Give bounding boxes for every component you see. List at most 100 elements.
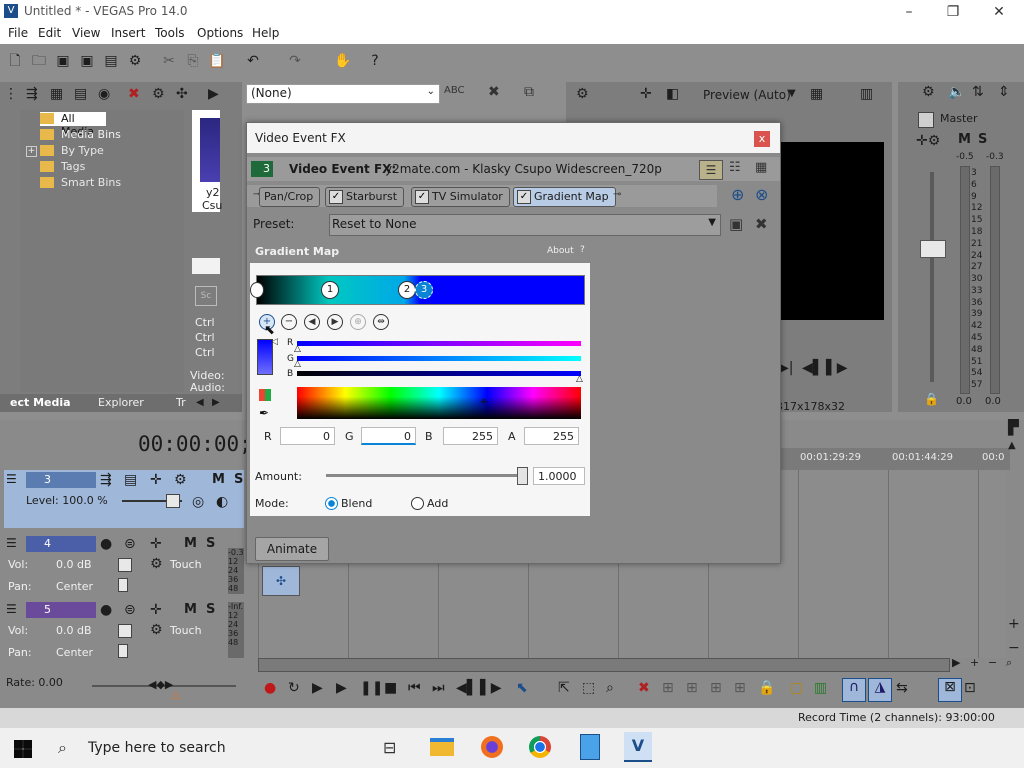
- zoom-in-vertical-icon[interactable]: +: [1008, 616, 1020, 632]
- blue-slider-thumb[interactable]: △: [576, 374, 583, 384]
- menu-edit[interactable]: Edit: [38, 26, 61, 40]
- snapping-icon[interactable]: ∩: [842, 678, 866, 702]
- automation-mode[interactable]: Touch: [170, 624, 202, 637]
- normal-edit-tool-icon[interactable]: ⬉: [516, 680, 528, 696]
- help-icon[interactable]: ?: [580, 245, 585, 255]
- scroll-up-icon[interactable]: ▲: [1008, 438, 1016, 454]
- next-frame-button[interactable]: ▌▶: [480, 680, 502, 696]
- checkbox-icon[interactable]: ✓: [415, 190, 429, 204]
- tab-project-media[interactable]: ect Media: [10, 396, 71, 409]
- track-mute[interactable]: M: [184, 602, 197, 617]
- play-button[interactable]: ▶: [336, 680, 347, 696]
- level-slider-thumb[interactable]: [166, 494, 180, 508]
- menu-help[interactable]: Help: [252, 26, 279, 40]
- gradient-stop-3[interactable]: 3: [415, 281, 433, 299]
- preview-external-icon[interactable]: ◧: [666, 86, 679, 102]
- copy-snapshot-icon[interactable]: ▥: [860, 86, 873, 102]
- selection-tool-icon[interactable]: ⬚: [582, 680, 595, 696]
- fx-view-grid-icon[interactable]: ▦: [755, 160, 767, 175]
- track-settings-icon[interactable]: ✛: [150, 536, 162, 552]
- scroll-right-icon[interactable]: ▶: [952, 656, 960, 669]
- track-fx-icon[interactable]: ⊜: [124, 602, 136, 618]
- group-icon[interactable]: ⊡: [964, 680, 976, 696]
- pause-button[interactable]: ❚❚: [360, 680, 383, 696]
- zoom-in-icon[interactable]: +: [970, 656, 979, 669]
- fx-view-list-icon[interactable]: ☰: [699, 160, 723, 180]
- animate-button[interactable]: Animate: [255, 537, 329, 561]
- track-collapse-icon[interactable]: ☰: [6, 602, 17, 616]
- tabs-right-icon[interactable]: ▶: [212, 395, 220, 411]
- stop-button[interactable]: ■: [384, 680, 397, 696]
- event-clip[interactable]: ✣: [262, 566, 300, 596]
- blue-slider[interactable]: [297, 371, 581, 376]
- trim-start-icon[interactable]: ⊞: [710, 680, 722, 696]
- restore-button[interactable]: ❐: [938, 2, 968, 22]
- vol-slider-thumb[interactable]: [118, 624, 132, 638]
- remove-stop-icon[interactable]: −: [281, 314, 297, 330]
- amount-input[interactable]: 1.0000: [533, 467, 585, 485]
- media-fx-icon[interactable]: ⚙: [152, 86, 165, 102]
- automation-mode[interactable]: Touch: [170, 558, 202, 571]
- pan-slider-thumb[interactable]: [118, 644, 128, 658]
- pan-slider-thumb[interactable]: [118, 578, 128, 592]
- track-collapse-icon[interactable]: ☰: [6, 472, 17, 486]
- save-preset-icon[interactable]: ▣: [729, 215, 743, 233]
- tab-explorer[interactable]: Explorer: [98, 396, 144, 409]
- chevron-down-icon[interactable]: ▼: [788, 86, 796, 102]
- web-icon[interactable]: ◉: [98, 86, 110, 102]
- spectrum-crosshair-icon[interactable]: ⌖: [480, 394, 488, 410]
- track-mute[interactable]: M: [184, 536, 197, 551]
- amount-slider-thumb[interactable]: [517, 467, 528, 485]
- gradient-stop-2[interactable]: 2: [398, 281, 416, 299]
- go-to-end-button[interactable]: ⏭: [432, 680, 445, 696]
- import-media-icon[interactable]: ⇶: [26, 86, 38, 102]
- palette-icon[interactable]: [259, 389, 271, 401]
- compositing-icon[interactable]: ▤: [124, 472, 137, 488]
- paste-icon[interactable]: 📋: [208, 52, 226, 70]
- center-stop-icon[interactable]: ⊕: [350, 314, 366, 330]
- amount-slider-track[interactable]: [326, 474, 522, 477]
- marker-insert-icon[interactable]: ▢: [790, 680, 803, 696]
- undo-icon[interactable]: ↶: [244, 52, 262, 70]
- track-settings-icon[interactable]: ⚙: [174, 472, 187, 488]
- delete-preset-icon[interactable]: ✖: [488, 84, 500, 100]
- track-header-4[interactable]: ☰ 4 ● ⊜ ✛ M S Vol: 0.0 dB ⚙ Touch Pan: C…: [4, 534, 246, 596]
- track-header-5[interactable]: ☰ 5 ● ⊜ ✛ M S Vol: 0.0 dB ⚙ Touch Pan: C…: [4, 600, 246, 658]
- event-panning-icon[interactable]: ⊠: [938, 678, 962, 702]
- horizontal-scrollbar[interactable]: [258, 658, 950, 672]
- windows-start-icon[interactable]: [14, 740, 32, 758]
- move-stop-right-icon[interactable]: ▶: [327, 314, 343, 330]
- task-view-icon[interactable]: ⊟: [383, 738, 396, 757]
- about-link[interactable]: About: [547, 246, 574, 256]
- lock-event-icon[interactable]: 🔒: [758, 680, 775, 696]
- open-folder-icon[interactable]: 🗀: [30, 52, 48, 70]
- preview-settings-icon[interactable]: ⚙: [576, 86, 589, 102]
- master-settings-icon[interactable]: ⚙: [922, 84, 935, 100]
- preview-video-frame[interactable]: [776, 142, 884, 320]
- redo-icon[interactable]: ↷: [286, 52, 304, 70]
- notepad-icon[interactable]: [580, 734, 600, 760]
- region-insert-icon[interactable]: ▥: [814, 680, 827, 696]
- trim-end-icon[interactable]: ⊞: [734, 680, 746, 696]
- red-slider-thumb[interactable]: △: [294, 344, 301, 354]
- trim-icon[interactable]: ⊞: [662, 680, 674, 696]
- fx-chip-tv-simulator[interactable]: ✓ TV Simulator: [411, 187, 510, 207]
- close-window-button[interactable]: ✕: [984, 2, 1014, 22]
- master-fx-chain-icon[interactable]: ✛⚙: [916, 133, 940, 149]
- master-mute[interactable]: M: [958, 132, 971, 147]
- record-arm-icon[interactable]: ●: [100, 536, 112, 552]
- red-value-input[interactable]: 0: [280, 427, 335, 445]
- automation-icon[interactable]: ⚙: [150, 556, 163, 572]
- go-to-start-button[interactable]: ⏮: [408, 680, 421, 696]
- automation-icon[interactable]: ⚙: [150, 622, 163, 638]
- record-arm-icon[interactable]: ●: [100, 602, 112, 618]
- vegas-taskbar-icon[interactable]: V: [624, 732, 652, 762]
- envelope-tool-icon[interactable]: ⇱: [558, 680, 570, 696]
- plugin-icon[interactable]: ✋: [334, 52, 352, 70]
- taskbar-search[interactable]: ⌕ Type here to search: [48, 732, 370, 764]
- overlays-icon[interactable]: ▦: [810, 86, 823, 102]
- detach-icon[interactable]: ⧉: [524, 84, 534, 100]
- green-slider-thumb[interactable]: △: [294, 359, 301, 369]
- media-thumbnail[interactable]: y2 Csu: [192, 110, 222, 212]
- master-fx-icon[interactable]: ⇕: [998, 84, 1010, 100]
